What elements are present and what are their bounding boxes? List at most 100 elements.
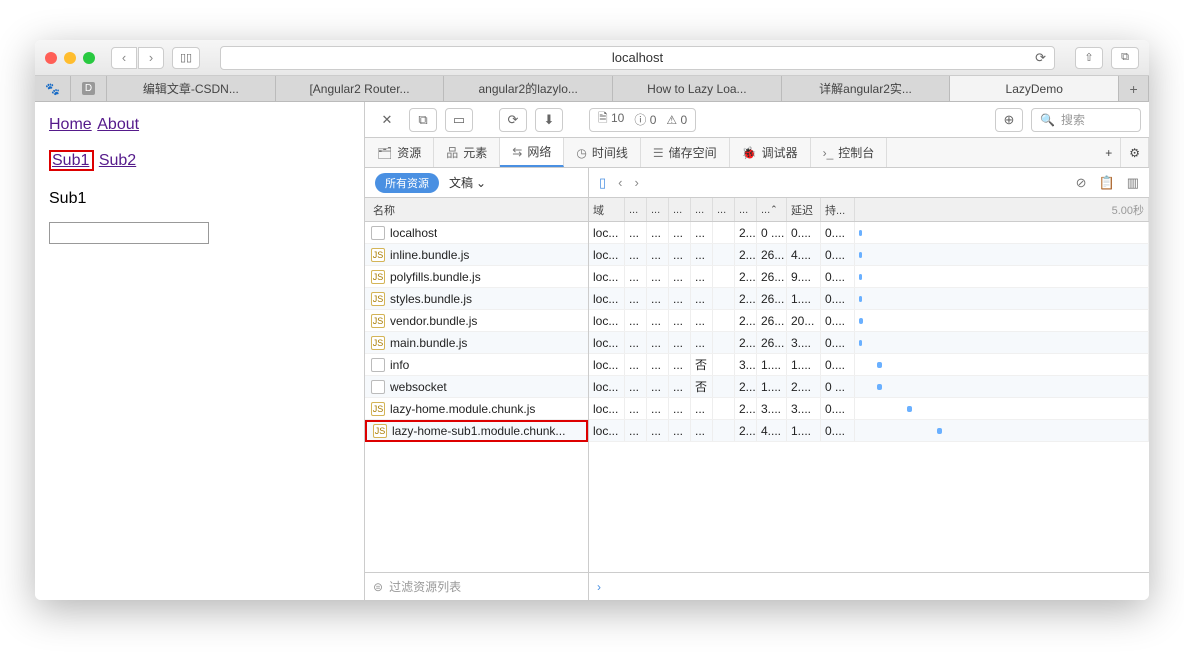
resource-row[interactable]: JSinline.bundle.js bbox=[365, 244, 588, 266]
tab-pinned-1[interactable]: 🐾 bbox=[35, 76, 71, 101]
column-header[interactable]: ... bbox=[647, 198, 669, 221]
devtools-search[interactable]: 🔍 搜索 bbox=[1031, 108, 1141, 132]
resource-data-row[interactable]: loc............否2...1....2....0 ... bbox=[589, 376, 1149, 398]
devtools-close-button[interactable]: ✕ bbox=[373, 108, 401, 132]
address-bar[interactable]: localhost ⟳ bbox=[220, 46, 1055, 70]
column-header[interactable]: 域 bbox=[589, 198, 625, 221]
tab-storage[interactable]: ☰储存空间 bbox=[641, 138, 730, 167]
forward-button[interactable]: › bbox=[138, 47, 164, 69]
clear-icon[interactable]: ⊘ bbox=[1076, 175, 1087, 191]
back-button[interactable]: ‹ bbox=[111, 47, 137, 69]
dock-bottom-button[interactable]: ▭ bbox=[445, 108, 473, 132]
safari-window: ‹ › ▯▯ localhost ⟳ ⇧ ⧉ 🐾 D 编辑文章-CSDN... … bbox=[35, 40, 1149, 600]
timeline-cell bbox=[855, 310, 1149, 331]
resource-row[interactable]: JSlazy-home-sub1.module.chunk... bbox=[365, 420, 588, 442]
chevron-down-icon: ⌄ bbox=[476, 176, 486, 190]
tab-timeline[interactable]: ◷时间线 bbox=[564, 138, 641, 167]
resource-data-row[interactable]: loc...............2...26...20...0.... bbox=[589, 310, 1149, 332]
tab-angular2-lazylo[interactable]: angular2的lazylo... bbox=[444, 76, 613, 101]
tab-csdn[interactable]: 编辑文章-CSDN... bbox=[107, 76, 276, 101]
resource-row[interactable]: info bbox=[365, 354, 588, 376]
home-link[interactable]: Home bbox=[49, 116, 92, 133]
resource-row[interactable]: JSlazy-home.module.chunk.js bbox=[365, 398, 588, 420]
resource-row[interactable]: websocket bbox=[365, 376, 588, 398]
tab-pinned-2[interactable]: D bbox=[71, 76, 107, 101]
prev-button[interactable]: ‹ bbox=[618, 175, 622, 190]
resource-name: inline.bundle.js bbox=[390, 248, 469, 262]
tab-console[interactable]: ›_控制台 bbox=[811, 138, 888, 167]
target-button[interactable]: ⊕ bbox=[995, 108, 1023, 132]
tab-how-to-lazy[interactable]: How to Lazy Loa... bbox=[613, 76, 782, 101]
column-header[interactable]: 5.00秒 bbox=[855, 198, 1149, 221]
cell: loc... bbox=[589, 332, 625, 353]
about-link[interactable]: About bbox=[97, 116, 139, 133]
export-icon[interactable]: 📋 bbox=[1099, 175, 1115, 191]
cell: ... bbox=[691, 420, 713, 441]
column-header[interactable]: ... bbox=[669, 198, 691, 221]
resource-row[interactable]: JSmain.bundle.js bbox=[365, 332, 588, 354]
tab-debugger[interactable]: 🐞调试器 bbox=[730, 138, 811, 167]
resource-data-row[interactable]: loc...............2...26...9....0.... bbox=[589, 266, 1149, 288]
share-button[interactable]: ⇧ bbox=[1075, 47, 1103, 69]
column-header[interactable]: ... bbox=[625, 198, 647, 221]
cell: ... bbox=[625, 354, 647, 375]
cell: 2... bbox=[735, 244, 757, 265]
columns-icon[interactable]: ▥ bbox=[1127, 175, 1139, 191]
column-header[interactable]: 持... bbox=[821, 198, 855, 221]
devtools-footer: ⊜ 过滤资源列表 › bbox=[365, 572, 1149, 600]
all-resources-pill[interactable]: 所有资源 bbox=[375, 173, 439, 193]
resource-data-row[interactable]: loc...............2...26...3....0.... bbox=[589, 332, 1149, 354]
filter-input[interactable]: ⊜ 过滤资源列表 bbox=[365, 573, 589, 600]
name-header[interactable]: 名称 bbox=[365, 198, 588, 222]
cell: ... bbox=[625, 310, 647, 331]
resource-row[interactable]: JSpolyfills.bundle.js bbox=[365, 266, 588, 288]
sub2-link[interactable]: Sub2 bbox=[99, 152, 136, 169]
resource-name: vendor.bundle.js bbox=[390, 314, 477, 328]
next-button[interactable]: › bbox=[635, 175, 639, 190]
tab-resources[interactable]: 🗂资源 bbox=[365, 138, 434, 167]
console-prompt[interactable]: › bbox=[589, 573, 1149, 600]
resource-data-row[interactable]: loc...............2...4....1....0.... bbox=[589, 420, 1149, 442]
reload-icon[interactable]: ⟳ bbox=[1035, 50, 1046, 66]
panel-toggle-icon[interactable]: ▯ bbox=[599, 175, 606, 191]
settings-button[interactable]: ⚙ bbox=[1121, 138, 1149, 167]
column-header[interactable]: ... bbox=[691, 198, 713, 221]
data-columns: 域..................... ⌃延迟持...5.00秒 loc.… bbox=[589, 198, 1149, 572]
cell: 0 ... bbox=[821, 376, 855, 397]
cell: 0.... bbox=[821, 266, 855, 287]
devtools-reload-button[interactable]: ⟳ bbox=[499, 108, 527, 132]
minimize-window-button[interactable] bbox=[64, 52, 76, 64]
resource-data-row[interactable]: loc...............2...0 ....0....0.... bbox=[589, 222, 1149, 244]
column-header[interactable]: ... bbox=[735, 198, 757, 221]
resource-row[interactable]: JSstyles.bundle.js bbox=[365, 288, 588, 310]
resources-icon: 🗂 bbox=[377, 146, 392, 160]
resource-data-row[interactable]: loc...............2...26...4....0.... bbox=[589, 244, 1149, 266]
column-header[interactable]: ... bbox=[713, 198, 735, 221]
tab-elements[interactable]: 品元素 bbox=[434, 138, 500, 167]
cell: ... bbox=[647, 354, 669, 375]
resource-data-row[interactable]: loc...............2...3....3....0.... bbox=[589, 398, 1149, 420]
add-tab-button[interactable]: + bbox=[1097, 138, 1121, 167]
resource-row[interactable]: JSvendor.bundle.js bbox=[365, 310, 588, 332]
resource-data-row[interactable]: loc...............2...26...1....0.... bbox=[589, 288, 1149, 310]
resource-row[interactable]: localhost bbox=[365, 222, 588, 244]
tab-lazydemo[interactable]: LazyDemo bbox=[950, 76, 1119, 101]
resource-data-row[interactable]: loc............否3...1....1....0.... bbox=[589, 354, 1149, 376]
sub1-link[interactable]: Sub1 bbox=[52, 152, 89, 169]
tab-angular2-router[interactable]: [Angular2 Router... bbox=[276, 76, 445, 101]
cell: 1.... bbox=[787, 354, 821, 375]
sidebar-toggle-button[interactable]: ▯▯ bbox=[172, 47, 200, 69]
docs-dropdown[interactable]: 文稿⌄ bbox=[449, 174, 486, 191]
column-header[interactable]: 延迟 bbox=[787, 198, 821, 221]
maximize-window-button[interactable] bbox=[83, 52, 95, 64]
tab-network[interactable]: ⇆网络 bbox=[500, 138, 564, 167]
dock-side-button[interactable]: ⧉ bbox=[409, 108, 437, 132]
tabs-overview-button[interactable]: ⧉ bbox=[1111, 47, 1139, 69]
page-input[interactable] bbox=[49, 222, 209, 244]
close-window-button[interactable] bbox=[45, 52, 57, 64]
timeline-cell bbox=[855, 398, 1149, 419]
tab-angular2-detail[interactable]: 详解angular2实... bbox=[782, 76, 951, 101]
column-header[interactable]: ... ⌃ bbox=[757, 198, 787, 221]
download-button[interactable]: ⬇ bbox=[535, 108, 563, 132]
new-tab-button[interactable]: + bbox=[1119, 76, 1149, 101]
